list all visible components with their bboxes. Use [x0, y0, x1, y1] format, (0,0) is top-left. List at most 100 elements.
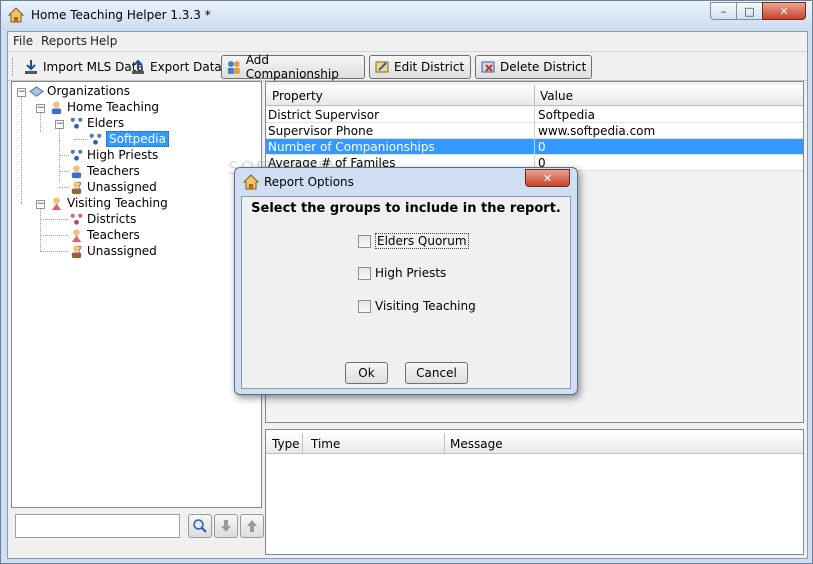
delete-district-icon [481, 61, 495, 73]
tree-label-organizations: Organizations [47, 84, 130, 98]
delete-district-label: Delete District [500, 60, 587, 74]
edit-district-label: Edit District [394, 60, 465, 74]
tree-label-teachers-vt: Teachers [87, 228, 140, 242]
tree-item-elders[interactable]: Elders [69, 115, 124, 131]
cancel-button[interactable]: Cancel [405, 362, 468, 384]
checkbox-box[interactable] [358, 266, 371, 280]
property-name: District Supervisor [268, 108, 380, 122]
tree-label-elders: Elders [87, 116, 125, 130]
woman-icon [51, 196, 62, 210]
tree-item-teachers-vt[interactable]: Teachers [69, 227, 140, 243]
tree-label-softpedia: Softpedia [106, 131, 169, 147]
table-row[interactable]: District Supervisor Softpedia [266, 107, 803, 123]
ok-button[interactable]: Ok [345, 362, 388, 384]
column-header-message[interactable]: Message [450, 437, 503, 451]
column-header-time[interactable]: Time [311, 437, 340, 451]
menu-reports[interactable]: Reports [41, 34, 87, 48]
property-name: Number of Companionships [268, 140, 435, 154]
unknown-person-icon: ? [71, 180, 82, 194]
table-row[interactable]: Number of Companionships 0 [266, 139, 803, 155]
tree-item-home-teaching[interactable]: Home Teaching [49, 99, 159, 115]
organizations-icon [29, 85, 44, 97]
person-icon [51, 100, 62, 114]
tree-label-unassigned-ht: Unassigned [87, 180, 157, 194]
tree-item-unassigned-ht[interactable]: ? Unassigned [69, 179, 157, 195]
minimize-button[interactable]: – [710, 2, 737, 20]
column-header-property[interactable]: Property [272, 89, 323, 103]
house-icon [8, 7, 24, 23]
tree-label-unassigned-vt: Unassigned [87, 244, 157, 258]
arrow-down-icon [221, 520, 231, 532]
property-table-header: Property Value [266, 85, 803, 106]
house-icon [243, 174, 259, 190]
move-up-button[interactable] [240, 514, 264, 538]
woman-icon [71, 228, 82, 242]
maximize-button[interactable]: □ [736, 2, 763, 20]
delete-district-button[interactable]: Delete District [475, 55, 592, 79]
edit-district-button[interactable]: Edit District [369, 55, 471, 79]
tree-item-visiting-teaching[interactable]: Visiting Teaching [49, 195, 168, 211]
search-button[interactable] [188, 514, 212, 538]
close-button[interactable]: ✕ [762, 2, 806, 20]
collapse-elders-icon[interactable]: − [55, 120, 64, 129]
tree-label-districts: Districts [87, 212, 137, 226]
checkbox-label: Elders Quorum [375, 233, 469, 249]
property-value: 0 [538, 140, 546, 154]
title-bar[interactable]: Home Teaching Helper 1.3.3 * – □ ✕ [1, 1, 812, 31]
export-data-button[interactable]: Export Data [126, 55, 222, 79]
collapse-organizations-icon[interactable]: − [17, 88, 26, 97]
elders-quorum-checkbox[interactable]: Elders Quorum [358, 233, 469, 249]
dialog-close-button[interactable]: ✕ [525, 169, 570, 187]
dialog-title-bar[interactable]: Report Options ✕ [235, 168, 577, 196]
property-name: Supervisor Phone [268, 124, 374, 138]
toolbar: Import MLS Data Export Data Add Companio… [8, 51, 807, 81]
property-value: Softpedia [538, 108, 595, 122]
high-priests-checkbox[interactable]: High Priests [358, 266, 446, 280]
checkbox-label: High Priests [375, 266, 447, 280]
unknown-person-icon: ? [71, 244, 82, 258]
menu-file[interactable]: File [13, 34, 33, 48]
tree-label-visiting-teaching: Visiting Teaching [67, 196, 168, 210]
collapse-home-teaching-icon[interactable]: − [36, 104, 45, 113]
move-down-button[interactable] [214, 514, 238, 538]
report-options-dialog: Report Options ✕ Select the groups to in… [234, 167, 578, 395]
export-icon [132, 59, 144, 74]
person-icon [71, 164, 82, 178]
message-log[interactable]: Type Time Message [265, 429, 804, 555]
tree-label-teachers-ht: Teachers [87, 164, 140, 178]
tree-item-districts[interactable]: Districts [69, 211, 136, 227]
group-icon [89, 133, 102, 145]
checkbox-box[interactable] [358, 299, 371, 313]
people-add-icon [227, 61, 240, 74]
message-log-header: Type Time Message [266, 433, 803, 454]
column-header-value[interactable]: Value [540, 89, 573, 103]
checkbox-box[interactable] [358, 234, 371, 248]
menu-help[interactable]: Help [90, 34, 117, 48]
search-input[interactable] [15, 514, 180, 538]
dialog-heading: Select the groups to include in the repo… [251, 201, 561, 216]
tree-item-unassigned-vt[interactable]: ? Unassigned [69, 243, 157, 259]
tree-item-organizations[interactable]: Organizations [29, 83, 130, 99]
dialog-body: Select the groups to include in the repo… [241, 196, 571, 389]
group-icon [70, 149, 83, 161]
tree-item-high-priests[interactable]: High Priests [69, 147, 158, 163]
group-icon [70, 213, 83, 225]
column-header-type[interactable]: Type [272, 437, 300, 451]
tree-item-softpedia[interactable]: Softpedia [88, 131, 169, 147]
import-icon [25, 60, 37, 74]
collapse-visiting-teaching-icon[interactable]: − [36, 200, 45, 209]
search-bar [11, 512, 264, 542]
add-companionship-label: Add Companionship [245, 53, 339, 81]
property-value: www.softpedia.com [538, 124, 656, 138]
organization-tree[interactable]: − Organizations − Home Teaching − Elders… [11, 81, 262, 508]
edit-district-icon [375, 61, 389, 73]
tree-label-high-priests: High Priests [87, 148, 159, 162]
arrow-up-icon [247, 520, 257, 532]
table-row[interactable]: Supervisor Phone www.softpedia.com [266, 123, 803, 139]
tree-label-home-teaching: Home Teaching [67, 100, 160, 114]
toolbar-grip[interactable] [12, 58, 15, 76]
visiting-teaching-checkbox[interactable]: Visiting Teaching [358, 299, 476, 313]
tree-item-teachers-ht[interactable]: Teachers [69, 163, 140, 179]
add-companionship-button[interactable]: Add Companionship [221, 53, 365, 81]
svg-text:?: ? [77, 244, 81, 254]
